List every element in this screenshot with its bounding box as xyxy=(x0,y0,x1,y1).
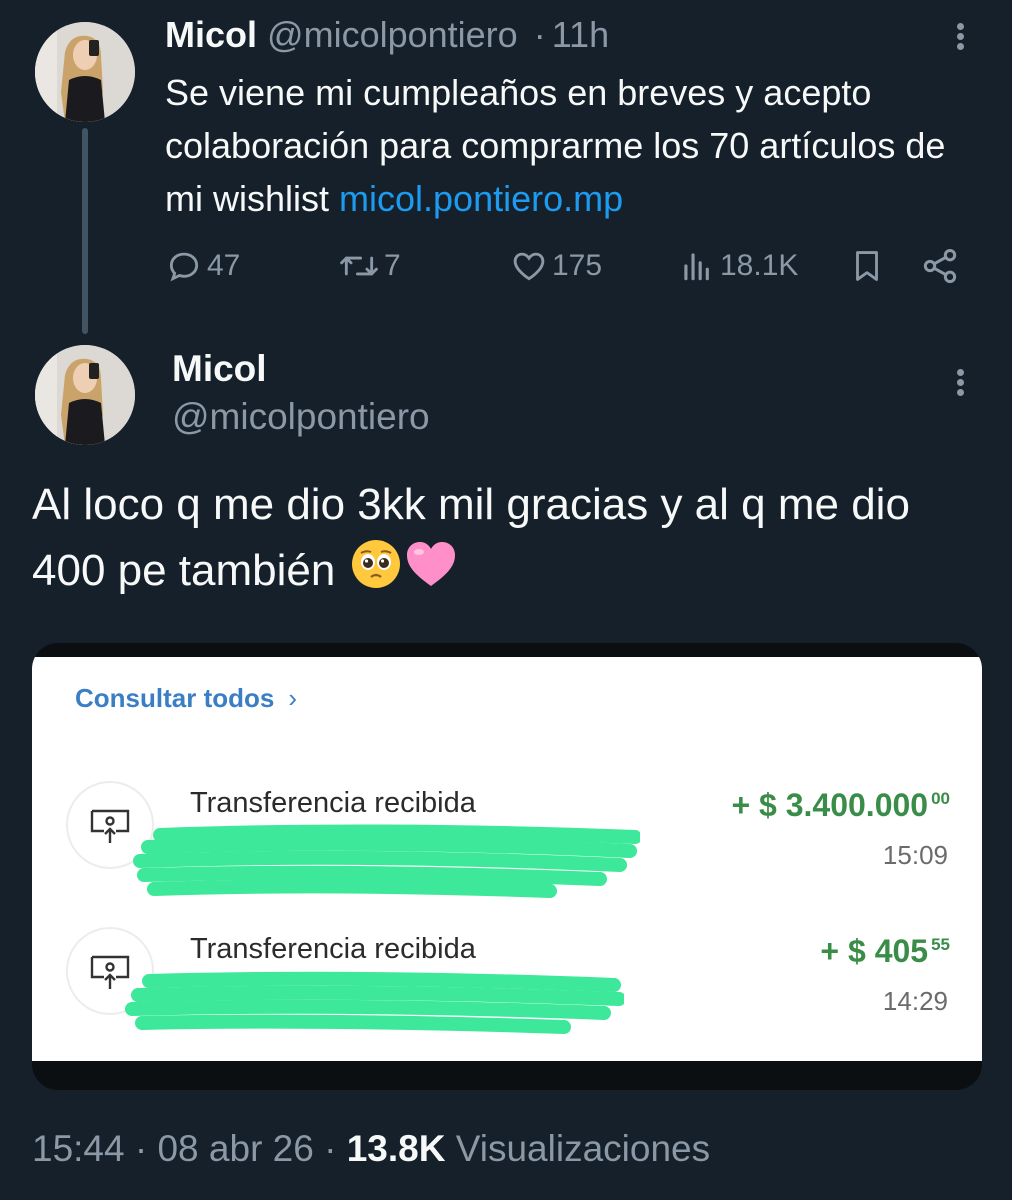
transaction-label: Transferencia recibida xyxy=(190,787,476,819)
transaction-time: 14:29 xyxy=(882,986,948,1016)
consultar-todos-link: Consultar todos › xyxy=(75,683,297,714)
amount-cents: 55 xyxy=(931,935,950,954)
like-count: 175 xyxy=(552,249,603,282)
bookmark-button[interactable] xyxy=(848,243,890,289)
transaction-amount: + $ 3.400.000 00 xyxy=(731,787,950,824)
tweet-text: Al loco q me dio 3kk mil gracias y al q … xyxy=(32,472,992,609)
retweet-count: 7 xyxy=(384,249,401,282)
redaction-scribble xyxy=(133,824,640,898)
amount-value: + $ 3.400.000 xyxy=(731,787,929,823)
amount-cents: 00 xyxy=(931,789,950,808)
transfers-screenshot: Consultar todos › Transferencia recibida… xyxy=(32,657,982,1061)
separator-dot: · xyxy=(134,1128,148,1169)
reply-button[interactable]: 47 xyxy=(165,243,240,289)
share-button[interactable] xyxy=(920,243,964,289)
transaction-amount: + $ 405 55 xyxy=(820,933,950,970)
pleading-face-icon xyxy=(350,538,402,609)
author-handle[interactable]: @micolpontiero xyxy=(267,14,518,55)
transaction-label: Transferencia recibida xyxy=(190,933,476,965)
author-handle[interactable]: @micolpontiero xyxy=(172,396,430,438)
heart-icon xyxy=(513,252,545,281)
bookmark-icon xyxy=(856,251,878,281)
tweet-time[interactable]: 11h xyxy=(552,14,609,55)
retweet-icon xyxy=(340,256,378,276)
more-options-icon[interactable] xyxy=(953,366,967,406)
more-options-icon[interactable] xyxy=(953,20,967,60)
media-attachment[interactable]: Consultar todos › Transferencia recibida… xyxy=(32,643,982,1090)
pink-heart-icon xyxy=(404,539,458,608)
retweet-button[interactable]: 7 xyxy=(338,243,401,289)
tweet-header: Micol @micolpontiero · 11h xyxy=(165,14,609,56)
chevron-right-icon: › xyxy=(288,683,298,713)
separator-dot: · xyxy=(324,1128,337,1169)
tweet-text: Se viene mi cumpleaños en breves y acept… xyxy=(165,66,965,225)
author-name[interactable]: Micol xyxy=(172,348,267,390)
separator-dot: · xyxy=(533,14,546,55)
transaction-time: 15:09 xyxy=(882,840,948,870)
redaction-scribble xyxy=(125,971,624,1034)
thread-connector xyxy=(82,128,88,334)
reply-icon xyxy=(169,252,199,282)
views-label: Visualizaciones xyxy=(455,1128,711,1169)
consultar-label: Consultar todos xyxy=(75,683,275,713)
avatar[interactable] xyxy=(35,345,135,445)
analytics-icon xyxy=(684,253,709,281)
post-date[interactable]: 08 abr 26 xyxy=(157,1128,313,1169)
amount-value: + $ 405 xyxy=(820,933,929,969)
tweet-body: Al loco q me dio 3kk mil gracias y al q … xyxy=(32,480,910,596)
views-count: 18.1K xyxy=(720,249,799,282)
tweet-metadata: 15:44 · 08 abr 26 · 13.8K Visualizacione… xyxy=(32,1128,710,1170)
views-button[interactable]: 18.1K xyxy=(678,243,798,289)
share-icon xyxy=(923,249,957,283)
like-button[interactable]: 175 xyxy=(510,243,602,289)
author-name[interactable]: Micol xyxy=(165,14,257,55)
reply-count: 47 xyxy=(207,249,241,282)
wishlist-link[interactable]: micol.pontiero.mp xyxy=(339,178,623,219)
avatar[interactable] xyxy=(35,22,135,122)
views-total: 13.8K xyxy=(346,1128,446,1169)
post-time[interactable]: 15:44 xyxy=(32,1128,125,1169)
tweet-actions: 47 7 175 18.1K xyxy=(160,243,970,289)
